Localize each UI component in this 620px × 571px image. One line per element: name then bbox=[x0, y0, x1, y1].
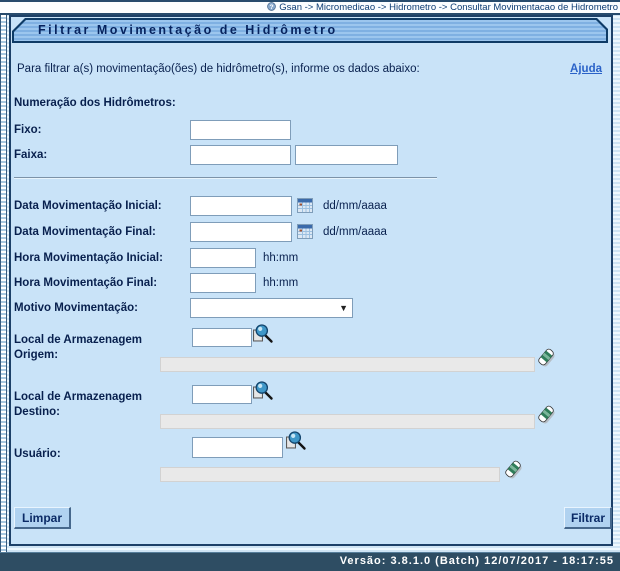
local-origem-label: Local de Armazenagem Origem: bbox=[14, 333, 142, 363]
hora-inicial-label: Hora Movimentação Inicial: bbox=[14, 252, 163, 264]
breadcrumb: ? Gsan -> Micromedicao -> Hidrometro -> C… bbox=[0, 2, 620, 13]
data-inicial-label: Data Movimentação Inicial: bbox=[14, 200, 162, 212]
local-origem-code-input[interactable] bbox=[192, 328, 252, 347]
chevron-down-icon: ▼ bbox=[339, 303, 348, 313]
hora-final-label: Hora Movimentação Final: bbox=[14, 277, 157, 289]
hora-final-input[interactable] bbox=[190, 273, 256, 293]
motivo-select[interactable]: ▼ bbox=[190, 298, 353, 318]
usuario-code-input[interactable] bbox=[192, 437, 283, 458]
search-icon[interactable] bbox=[252, 381, 274, 406]
usuario-description-field bbox=[160, 467, 500, 482]
search-icon[interactable] bbox=[285, 431, 307, 456]
version-status-bar: Versão: 3.8.1.0 (Batch) 12/07/2017 - 18:… bbox=[0, 552, 620, 571]
faixa-label: Faixa: bbox=[14, 149, 47, 161]
hora-inicial-input[interactable] bbox=[190, 248, 256, 268]
data-inicial-format-hint: dd/mm/aaaa bbox=[323, 200, 387, 212]
local-destino-code-input[interactable] bbox=[192, 385, 252, 404]
fixo-input[interactable] bbox=[190, 120, 291, 140]
left-striped-band bbox=[0, 15, 7, 552]
search-icon[interactable] bbox=[252, 324, 274, 349]
page-title: Filtrar Movimentação de Hidrômetro bbox=[14, 20, 606, 41]
usuario-label: Usuário: bbox=[14, 448, 61, 460]
limpar-button[interactable]: Limpar bbox=[14, 507, 71, 529]
local-destino-description-field bbox=[160, 414, 535, 429]
faixa-from-input[interactable] bbox=[190, 145, 291, 165]
local-origem-label-line1: Local de Armazenagem bbox=[14, 333, 142, 348]
eraser-icon[interactable] bbox=[536, 403, 556, 430]
hora-final-format-hint: hh:mm bbox=[263, 277, 298, 289]
local-destino-label-line2: Destino: bbox=[14, 405, 142, 420]
motivo-label: Motivo Movimentação: bbox=[14, 302, 138, 314]
calendar-icon[interactable] bbox=[297, 198, 313, 218]
data-inicial-input[interactable] bbox=[190, 196, 292, 216]
data-final-format-hint: dd/mm/aaaa bbox=[323, 226, 387, 238]
local-origem-label-line2: Origem: bbox=[14, 348, 142, 363]
data-final-input[interactable] bbox=[190, 222, 292, 242]
filtrar-button[interactable]: Filtrar bbox=[564, 507, 612, 529]
page-title-bar: Filtrar Movimentação de Hidrômetro bbox=[12, 18, 608, 43]
ajuda-link[interactable]: Ajuda bbox=[570, 63, 602, 75]
numeracao-heading: Numeração dos Hidrômetros: bbox=[14, 97, 176, 109]
faixa-to-input[interactable] bbox=[295, 145, 398, 165]
local-origem-description-field bbox=[160, 357, 535, 372]
calendar-icon[interactable] bbox=[297, 224, 313, 244]
eraser-icon[interactable] bbox=[503, 458, 523, 485]
fixo-label: Fixo: bbox=[14, 124, 41, 136]
hora-inicial-format-hint: hh:mm bbox=[263, 252, 298, 264]
data-final-label: Data Movimentação Final: bbox=[14, 226, 156, 238]
svg-text:?: ? bbox=[270, 4, 274, 11]
breadcrumb-text: Gsan -> Micromedicao -> Hidrometro -> Co… bbox=[279, 2, 620, 13]
local-destino-label: Local de Armazenagem Destino: bbox=[14, 390, 142, 420]
intro-text: Para filtrar a(s) movimentação(ões) de h… bbox=[17, 63, 420, 75]
section-divider bbox=[14, 177, 437, 179]
window: ? Gsan -> Micromedicao -> Hidrometro -> C… bbox=[0, 0, 620, 571]
eraser-icon[interactable] bbox=[536, 346, 556, 373]
local-destino-label-line1: Local de Armazenagem bbox=[14, 390, 142, 405]
